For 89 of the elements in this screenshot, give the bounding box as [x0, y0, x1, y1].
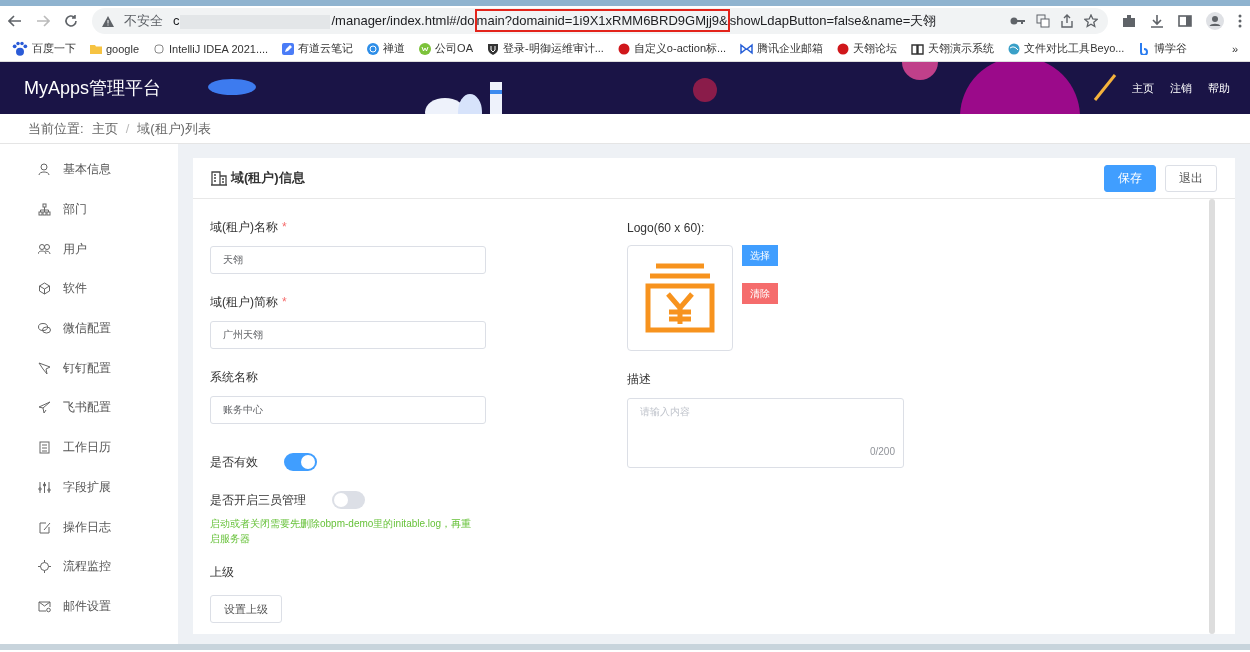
paw-icon	[12, 40, 28, 57]
header-link[interactable]: 注销	[1170, 80, 1192, 96]
back-icon[interactable]	[8, 15, 22, 27]
input-field[interactable]: 广州天翎	[210, 321, 486, 349]
switch-label: 是否有效	[210, 453, 258, 471]
sidebar-item[interactable]: 操作日志	[0, 507, 178, 547]
sidebar-item[interactable]: 部门	[0, 189, 178, 230]
address-bar[interactable]: 不安全 c /manager/index.html#/do main?domainid=1i9X1xRMM6BRD9GMjj9&showLdapButton=false&name=天翎	[92, 8, 1108, 34]
bookmark[interactable]: 有道云笔记	[282, 41, 354, 56]
avatar-icon[interactable]	[1206, 12, 1224, 30]
edit-icon	[38, 520, 51, 534]
reload-icon[interactable]	[64, 14, 78, 28]
menu-icon[interactable]	[1238, 14, 1242, 28]
share-icon[interactable]	[1060, 14, 1074, 28]
breadcrumb-separator: /	[125, 121, 130, 136]
more-bookmarks-button[interactable]: »	[1231, 42, 1238, 55]
exit-button[interactable]: 退出	[1165, 164, 1217, 192]
bookmark[interactable]: 天翎论坛	[837, 41, 898, 56]
field-label: 描述	[627, 371, 652, 388]
building-icon	[211, 170, 227, 186]
puzzle-icon[interactable]	[1122, 14, 1136, 28]
sidebar-item[interactable]: 字段扩展	[0, 467, 178, 508]
folder-icon	[90, 42, 102, 55]
users-icon	[38, 242, 51, 256]
chat-icon	[38, 322, 51, 336]
bookmark[interactable]: 腾讯企业邮箱	[740, 41, 824, 56]
sidebar-item[interactable]: 钉钉配置	[0, 348, 178, 389]
shield-icon	[487, 42, 499, 55]
header-link[interactable]: 帮助	[1208, 80, 1230, 96]
bookmark[interactable]: 自定义o-action标...	[617, 41, 727, 56]
breadcrumb-link[interactable]: 域(租户)列表	[137, 119, 211, 138]
field-label: 系统名称	[210, 369, 259, 386]
app-title: MyApps管理平台	[24, 77, 162, 100]
bookmark[interactable]: 博学谷	[1138, 41, 1188, 56]
sidebar-item[interactable]: 工作日历	[0, 427, 178, 468]
b-logo-icon	[1138, 42, 1151, 55]
input-field[interactable]: 天翎	[210, 246, 486, 274]
set-parent-button[interactable]: 设置上级	[210, 595, 282, 623]
bookmark[interactable]: IntelliJ IDEA 2021....	[153, 42, 269, 55]
sliders-icon	[38, 480, 51, 494]
bookmark[interactable]: 百度一下	[12, 40, 76, 57]
person-icon	[38, 163, 51, 177]
input-field[interactable]: 账务中心	[210, 396, 486, 424]
warning-icon	[102, 15, 114, 27]
target-icon	[38, 560, 51, 574]
toggle-switch[interactable]	[332, 491, 365, 509]
bookmark[interactable]: 天翎演示系统	[911, 41, 995, 56]
key-icon[interactable]	[1010, 16, 1026, 26]
book-icon	[911, 42, 925, 55]
sidebar-item[interactable]: 基本信息	[0, 150, 178, 190]
swirl-icon	[367, 42, 380, 55]
wallet-yen-icon	[644, 262, 716, 334]
translate-icon[interactable]	[1036, 14, 1050, 28]
bookmark[interactable]: 登录-明御运维审计...	[487, 41, 604, 56]
side-panel-icon[interactable]	[1178, 14, 1192, 28]
sidebar-item[interactable]: 邮件设置	[0, 586, 178, 627]
bookmark[interactable]: 禅道	[367, 41, 406, 56]
sidebar-item[interactable]: 软件	[0, 269, 178, 309]
sidebar-item[interactable]: 微信配置	[0, 308, 178, 349]
character-count: 0/200	[869, 446, 895, 457]
sidebar-item[interactable]: 用户	[0, 229, 178, 270]
breadcrumb-link[interactable]: 主页	[91, 119, 118, 138]
w-logo-icon	[419, 42, 432, 55]
toggle-switch[interactable]	[284, 453, 317, 471]
breadcrumb-label: 当前位置:	[28, 119, 84, 138]
sidebar-item[interactable]: 流程监控	[0, 546, 178, 587]
security-label: 不安全	[124, 12, 163, 30]
mail-icon	[38, 599, 51, 613]
sidebar-item[interactable]: 飞书配置	[0, 388, 178, 428]
logo-label: Logo(60 x 60):	[627, 221, 706, 235]
org-icon	[38, 203, 51, 217]
download-icon[interactable]	[1150, 14, 1164, 28]
switch-label: 是否开启三员管理	[210, 491, 306, 509]
header-link[interactable]: 主页	[1132, 80, 1154, 96]
field-label: 域(租户)简称 *	[210, 294, 288, 311]
field-label: 上级	[210, 564, 235, 581]
bookmark[interactable]: google	[90, 42, 140, 55]
url-text: c /manager/index.html#/do main?domainid=1i9X1xRMM6BRD9GMjj9&showLdapButton=false&name=天翎	[173, 12, 1000, 30]
bookmark[interactable]: 公司OA	[419, 41, 473, 56]
cube-icon	[38, 282, 51, 296]
globe-icon	[1008, 42, 1021, 55]
field-label: 域(租户)名称 *	[210, 219, 288, 236]
star-icon[interactable]	[1084, 14, 1098, 28]
hint-text: 启动或者关闭需要先删除obpm-demo里的initable.log，再重启服务器	[210, 517, 472, 546]
bowtie-icon	[740, 42, 754, 55]
bookmark[interactable]: 文件对比工具Beyo...	[1008, 41, 1125, 56]
note-icon	[282, 42, 295, 55]
doc-icon	[38, 441, 51, 455]
panel-title: 域(租户)信息	[231, 169, 305, 187]
